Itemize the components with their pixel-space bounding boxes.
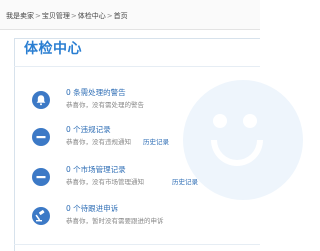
warnings-count[interactable]: 0 条需处理的警告 [66,87,126,98]
bottom-divider [14,244,260,245]
appeals-count[interactable]: 0 个待跟进申诉 [66,203,118,214]
warnings-row: 0 条需处理的警告 恭喜你，没有需处理的警告 [32,87,232,117]
violations-row: 0 个违规记录 恭喜你，没有违规通知 历史记录 [32,124,232,154]
gavel-icon [32,207,50,225]
minus-circle-icon [32,168,50,186]
breadcrumb-bar: 我是卖家>宝贝管理>体检中心>首页 [0,0,260,30]
market-management-history-link[interactable]: 历史记录 [172,177,198,187]
market-management-desc: 恭喜你，没有市场管理通知 [66,178,144,186]
breadcrumb-item-home: 首页 [113,12,128,20]
violations-history-link[interactable]: 历史记录 [143,137,169,147]
breadcrumb-separator: > [106,12,113,20]
breadcrumb-item-checkup-center[interactable]: 体检中心 [78,12,106,20]
breadcrumb-item-seller[interactable]: 我是卖家 [6,12,34,20]
market-management-count[interactable]: 0 个市场管理记录 [66,164,126,175]
violations-count[interactable]: 0 个违规记录 [66,124,111,135]
minus-circle-icon [32,128,50,146]
bell-icon [32,91,50,109]
breadcrumb-separator: > [70,12,77,20]
page-title: 体检中心 [24,41,82,57]
violations-desc: 恭喜你，没有违规通知 [66,138,131,146]
market-management-row: 0 个市场管理记录 恭喜你，没有市场管理通知 历史记录 [32,164,232,194]
title-divider [14,66,260,67]
breadcrumb-item-item-management[interactable]: 宝贝管理 [42,12,70,20]
appeals-desc: 恭喜你，暂时没有需要跟进的申诉 [66,217,164,225]
breadcrumb: 我是卖家>宝贝管理>体检中心>首页 [6,11,128,21]
warnings-desc: 恭喜你，没有需处理的警告 [66,101,144,109]
appeals-row: 0 个待跟进申诉 恭喜你，暂时没有需要跟进的申诉 [32,203,232,233]
breadcrumb-separator: > [35,12,41,20]
